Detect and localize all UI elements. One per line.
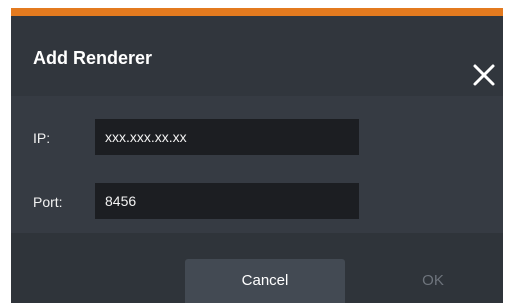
cancel-button[interactable]: Cancel xyxy=(185,259,345,303)
dialog-title: Add Renderer xyxy=(33,48,153,68)
add-renderer-dialog: Add Renderer IP: Port: Cancel OK xyxy=(11,8,503,303)
dialog-header: Add Renderer xyxy=(11,16,503,96)
ip-label: IP: xyxy=(33,130,51,146)
close-button[interactable] xyxy=(469,60,499,90)
close-icon xyxy=(473,64,495,86)
ok-button[interactable]: OK xyxy=(353,259,513,303)
dialog-footer: Cancel OK xyxy=(11,233,503,303)
port-input[interactable] xyxy=(95,183,359,219)
accent-bar xyxy=(11,8,503,16)
port-label: Port: xyxy=(33,194,63,210)
dialog-body: IP: Port: xyxy=(11,96,503,233)
ip-input[interactable] xyxy=(95,119,359,155)
